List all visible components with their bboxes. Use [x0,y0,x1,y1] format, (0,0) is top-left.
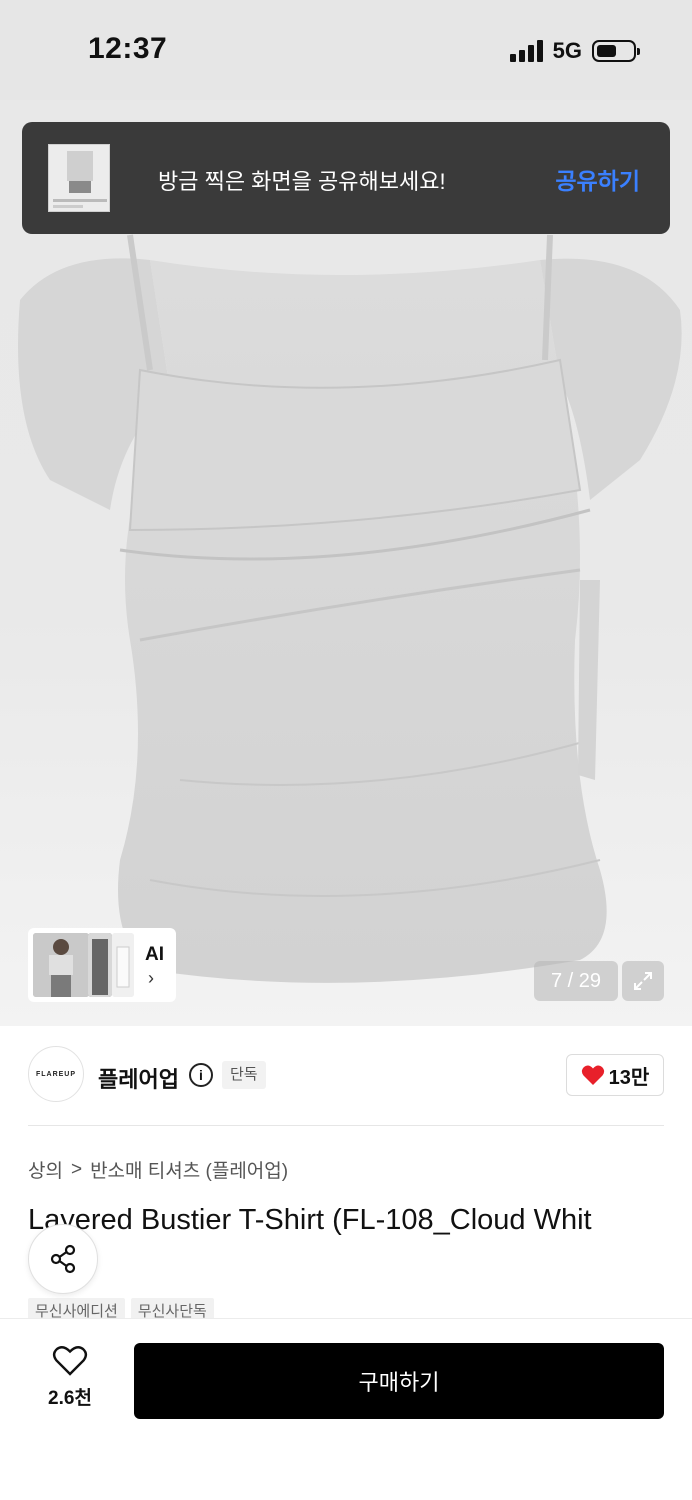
battery-icon [592,40,640,62]
breadcrumb-item-category[interactable]: 상의 [28,1156,63,1183]
status-bar: 12:37 5G [0,0,692,100]
status-time: 12:37 [88,32,168,65]
brand-like-count: 13만 [608,1066,650,1089]
info-icon[interactable]: i [189,1063,213,1087]
screenshot-thumbnail[interactable] [48,144,110,212]
share-button[interactable] [28,1224,98,1294]
bottom-action-bar: 2.6천 구매하기 [0,1318,692,1500]
buy-button[interactable]: 구매하기 [134,1343,664,1419]
heart-filled-icon [581,1065,604,1085]
tag[interactable]: 무신사단독 [130,1298,214,1320]
brand-name[interactable]: 플레어업 [98,1062,179,1094]
ai-thumb-3 [112,933,134,997]
image-page-counter: 7 / 29 [534,961,618,1001]
product-tags: 무신사에디션 무신사단독 [28,1298,214,1320]
toast-message: 방금 찍은 화면을 공유해보세요! [158,169,446,194]
tag[interactable]: 무신사에디션 [28,1298,125,1320]
divider [28,1125,664,1126]
ai-thumb-1 [33,933,89,997]
expand-image-button[interactable] [622,961,664,1001]
network-label: 5G [552,38,582,63]
status-indicators: 5G [509,38,640,64]
signal-icon [509,40,543,62]
breadcrumb: 상의 > 반소매 티셔츠 (플레어업) [28,1156,288,1183]
wishlist-button[interactable]: 2.6천 [30,1345,110,1421]
brand-logo[interactable]: FLAREUP [28,1046,84,1102]
breadcrumb-separator: > [70,1158,83,1180]
brand-like-button[interactable]: 13만 [566,1054,664,1096]
expand-icon [634,972,652,990]
wishlist-count: 2.6천 [48,1388,92,1409]
share-action-button[interactable]: 공유하기 [555,162,640,196]
ai-thumb-2 [88,933,112,997]
ai-recommend-button[interactable]: AI › [28,928,176,1002]
ai-label: AI [145,944,164,965]
exclusive-badge: 단독 [222,1061,266,1089]
chevron-right-icon: › [148,968,154,988]
share-toast: 방금 찍은 화면을 공유해보세요! 공유하기 [22,122,670,234]
heart-outline-icon [52,1346,88,1376]
breadcrumb-item-subcategory[interactable]: 반소매 티셔츠 (플레어업) [90,1156,288,1183]
product-image [18,234,682,983]
share-icon [50,1244,76,1274]
brand-row: FLAREUP 플레어업 i 단독 13만 [0,1026,692,1126]
product-title: Layered Bustier T-Shirt (FL-108_Cloud Wh… [28,1204,592,1236]
